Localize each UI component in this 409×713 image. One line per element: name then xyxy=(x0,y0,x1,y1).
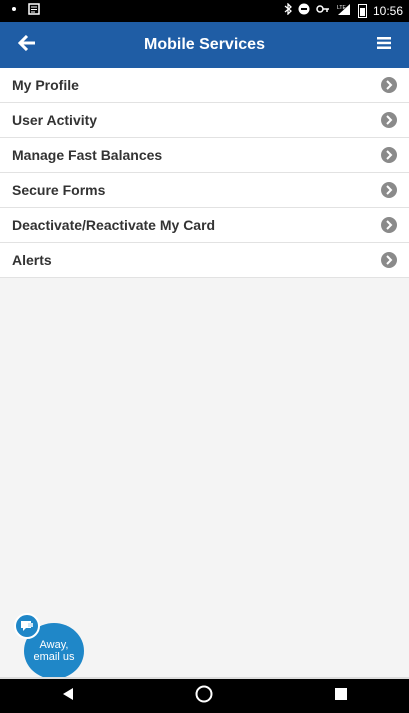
menu-item-manage-fast-balances[interactable]: Manage Fast Balances xyxy=(0,138,409,173)
menu-list: My Profile User Activity Manage Fast Bal… xyxy=(0,68,409,278)
menu-item-my-profile[interactable]: My Profile xyxy=(0,68,409,103)
chat-line-2: email us xyxy=(33,651,75,663)
menu-item-deactivate-reactivate-card[interactable]: Deactivate/Reactivate My Card xyxy=(0,208,409,243)
menu-item-label: Deactivate/Reactivate My Card xyxy=(12,217,216,233)
chevron-right-circle-icon xyxy=(381,252,397,268)
nav-home-button[interactable] xyxy=(184,682,224,710)
vpn-key-icon xyxy=(316,3,330,19)
menu-item-label: Secure Forms xyxy=(12,182,106,198)
menu-item-label: Manage Fast Balances xyxy=(12,147,163,163)
status-time: 10:56 xyxy=(372,4,403,18)
menu-item-alerts[interactable]: Alerts xyxy=(0,243,409,278)
back-button[interactable] xyxy=(10,29,44,61)
status-bar: LTE 10:56 xyxy=(0,0,409,22)
nav-back-button[interactable] xyxy=(48,682,88,710)
notification-dot-icon xyxy=(10,3,18,19)
chevron-right-circle-icon xyxy=(381,112,397,128)
hamburger-icon xyxy=(377,36,391,55)
chat-line-1: Away, xyxy=(39,639,69,651)
menu-item-label: My Profile xyxy=(12,77,79,93)
news-icon xyxy=(28,3,40,19)
bluetooth-icon xyxy=(284,2,292,19)
back-triangle-icon xyxy=(62,687,74,706)
battery-icon xyxy=(357,4,367,18)
do-not-disturb-icon xyxy=(298,3,310,19)
chevron-right-circle-icon xyxy=(381,147,397,163)
app-header: Mobile Services xyxy=(0,22,409,68)
chevron-right-circle-icon xyxy=(381,77,397,93)
menu-item-label: User Activity xyxy=(12,112,98,128)
menu-button[interactable] xyxy=(367,29,401,61)
svg-text:LTE: LTE xyxy=(337,5,346,11)
menu-item-secure-forms[interactable]: Secure Forms xyxy=(0,173,409,208)
page-title: Mobile Services xyxy=(144,36,265,53)
chevron-right-circle-icon xyxy=(381,182,397,198)
signal-lte-icon: LTE xyxy=(336,3,352,19)
status-left-icons xyxy=(10,3,40,19)
system-nav-bar xyxy=(0,679,409,713)
home-circle-icon xyxy=(195,685,213,708)
menu-item-user-activity[interactable]: User Activity xyxy=(0,103,409,138)
status-right-icons: LTE 10:56 xyxy=(284,2,403,19)
chat-bubble-icon xyxy=(14,613,40,639)
recents-square-icon xyxy=(334,687,347,705)
chat-widget-button[interactable]: Away, email us xyxy=(14,613,86,679)
menu-item-label: Alerts xyxy=(12,252,52,268)
chevron-right-circle-icon xyxy=(381,217,397,233)
arrow-left-icon xyxy=(17,34,36,56)
nav-recents-button[interactable] xyxy=(321,682,361,710)
